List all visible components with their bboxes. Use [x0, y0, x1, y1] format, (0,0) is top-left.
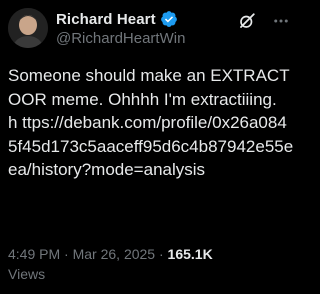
tweet-date[interactable]: Mar 26, 2025	[73, 246, 156, 262]
views-count[interactable]: 165.1K	[168, 246, 213, 262]
tweet-time[interactable]: 4:49 PM	[8, 246, 60, 262]
tweet-card: Richard Heart @RichardHeartWin Someone s…	[0, 0, 304, 294]
avatar-image	[8, 8, 48, 48]
tweet-text: Someone should make an EXTRACTOOR meme. …	[8, 66, 294, 179]
meta-separator: ·	[60, 246, 73, 262]
tweet-header: Richard Heart @RichardHeartWin	[8, 8, 296, 52]
avatar[interactable]	[8, 8, 48, 48]
meta-separator-2: ·	[155, 246, 168, 262]
display-name-row: Richard Heart	[56, 9, 185, 29]
tweet-meta: 4:49 PM · Mar 26, 2025 · 165.1K Views	[8, 244, 296, 284]
verified-badge-icon[interactable]	[160, 10, 178, 28]
author-handle[interactable]: @RichardHeartWin	[56, 30, 185, 47]
display-name[interactable]: Richard Heart	[56, 11, 156, 28]
views-label: Views	[8, 266, 46, 282]
grok-icon[interactable]	[238, 12, 256, 30]
more-options-icon[interactable]	[272, 12, 290, 30]
author-names: Richard Heart @RichardHeartWin	[56, 9, 185, 48]
